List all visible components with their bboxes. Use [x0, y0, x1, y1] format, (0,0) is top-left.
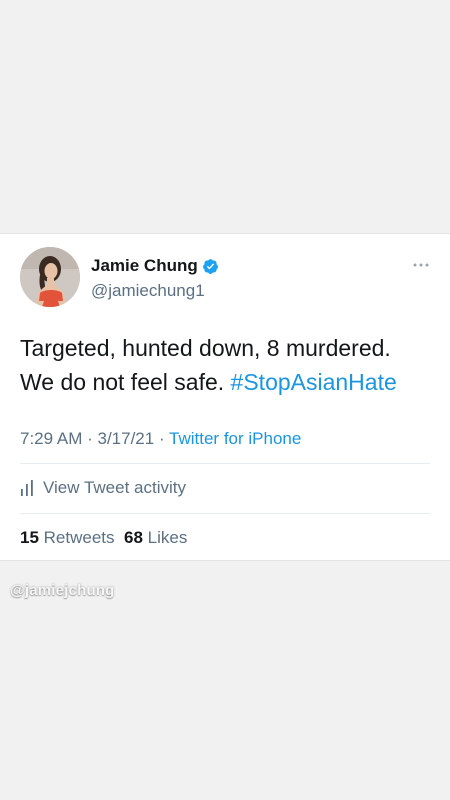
tweet-text-line-1: Targeted, hunted down, 8 murdered.: [20, 335, 391, 361]
tweet-source-link[interactable]: Twitter for iPhone: [169, 429, 301, 448]
view-tweet-activity-button[interactable]: View Tweet activity: [20, 478, 186, 498]
tweet-card: Jamie Chung @jamiechung1 Targeted, hunte…: [0, 233, 450, 561]
likes-stat[interactable]: 68 Likes: [124, 528, 187, 547]
activity-label: View Tweet activity: [43, 478, 186, 497]
retweet-count: 15: [20, 528, 39, 547]
engagement-stats: 15 Retweets 68 Likes: [20, 528, 187, 548]
author-handle[interactable]: @jamiechung1: [91, 281, 205, 301]
tweet-metadata: 7:29 AM · 3/17/21 · Twitter for iPhone: [20, 429, 301, 449]
tweet-text-body: We do not feel safe.: [20, 369, 231, 395]
avatar[interactable]: [20, 247, 80, 307]
author-display-name[interactable]: Jamie Chung: [91, 256, 198, 276]
tweet-text: Targeted, hunted down, 8 murdered. We do…: [20, 331, 430, 399]
like-count: 68: [123, 528, 143, 547]
like-label: Likes: [147, 528, 188, 547]
tweet-text-line-2: We do not feel safe. #StopAsianHate: [20, 365, 430, 399]
meta-separator: ·: [154, 429, 170, 448]
divider: [20, 463, 430, 464]
activity-chart-icon: [21, 480, 33, 496]
avatar-photo: [20, 247, 80, 307]
retweet-label: Retweets: [43, 528, 115, 547]
divider: [20, 513, 430, 514]
watermark-username: @jamiejchung: [10, 582, 115, 599]
tweet-time[interactable]: 7:29 AM: [20, 429, 82, 448]
more-options-icon[interactable]: [412, 256, 430, 267]
retweets-stat[interactable]: 15 Retweets: [20, 528, 115, 547]
meta-separator: ·: [82, 429, 98, 448]
tweet-date[interactable]: 3/17/21: [97, 429, 154, 448]
verified-badge-icon: [202, 258, 219, 275]
hashtag-link[interactable]: #StopAsianHate: [231, 369, 397, 395]
author-row: Jamie Chung: [91, 256, 219, 276]
